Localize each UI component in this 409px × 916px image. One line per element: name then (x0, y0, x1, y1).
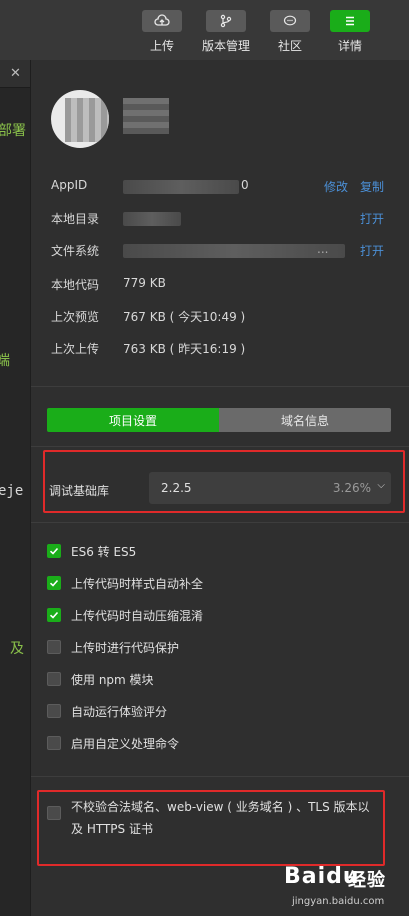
open-filesystem-link[interactable]: 打开 (360, 242, 384, 259)
option-row[interactable]: 使用 npm 模块 (47, 670, 154, 688)
appid-row: AppID 0 修改 复制 (51, 178, 391, 196)
option-label: 上传代码时样式自动补全 (71, 576, 204, 591)
avatar (51, 90, 109, 148)
checkbox-checked[interactable] (47, 544, 61, 558)
settings-tabs: 项目设置 域名信息 (47, 408, 391, 432)
option-label: 启用自定义处理命令 (71, 736, 180, 751)
debug-lib-label: 调试基础库 (49, 484, 110, 498)
code-fragment: 端 (0, 353, 10, 369)
appid-suffix: 0 (241, 178, 249, 192)
app-name-redacted (123, 98, 169, 134)
divider (31, 446, 409, 447)
code-fragment: 部署 (0, 123, 26, 139)
option-label: 上传代码时自动压缩混淆 (71, 608, 204, 623)
option-row[interactable]: 自动运行体验评分 (47, 702, 167, 720)
top-toolbar: 上传 版本管理 社区 详情 (0, 0, 409, 60)
watermark-url: jingyan.baidu.com (292, 896, 385, 907)
cloud-upload-icon (142, 10, 182, 32)
chat-bubble-icon (270, 10, 310, 32)
last-preview-label: 上次预览 (51, 310, 100, 324)
option-row[interactable]: 启用自定义处理命令 (47, 734, 179, 752)
details-label: 详情 (337, 39, 362, 53)
option-label: 上传时进行代码保护 (71, 640, 180, 655)
appid-redacted (123, 180, 239, 194)
last-upload-row: 上次上传 763 KB ( 昨天16:19 ) (51, 340, 391, 358)
version-manage-label: 版本管理 (201, 39, 250, 53)
option-row[interactable]: 上传代码时自动压缩混淆 (47, 606, 203, 624)
checkbox-unchecked[interactable] (47, 704, 61, 718)
baidu-watermark: Baidu 经验 jingyan.baidu.com (268, 856, 388, 912)
option-row[interactable]: ES6 转 ES5 (47, 542, 136, 560)
domain-check-label: 不校验合法域名、web-view ( 业务域名 ) 、TLS 版本以及 HTTP… (71, 800, 370, 836)
branch-icon (206, 10, 246, 32)
checkbox-checked[interactable] (47, 608, 61, 622)
domain-check-option[interactable]: 不校验合法域名、web-view ( 业务域名 ) 、TLS 版本以及 HTTP… (47, 796, 377, 840)
divider (31, 776, 409, 777)
chevron-down-icon: ⌵ (377, 480, 385, 491)
option-row[interactable]: 上传代码时样式自动补全 (47, 574, 203, 592)
file-system-row: 文件系统 ... 打开 (51, 242, 391, 260)
code-fragment: eje (0, 483, 24, 499)
code-fragment: 及 (10, 641, 24, 657)
debug-lib-percent: 3.26% (332, 481, 371, 495)
option-label: ES6 转 ES5 (71, 544, 137, 559)
divider (31, 386, 409, 387)
copy-appid-link[interactable]: 复制 (360, 178, 384, 195)
local-dir-redacted (123, 212, 181, 226)
last-upload-value: 763 KB ( 昨天16:19 ) (123, 342, 246, 356)
file-system-redacted (123, 244, 345, 258)
local-dir-row: 本地目录 打开 (51, 210, 391, 228)
upload-label: 上传 (149, 39, 174, 53)
option-label: 自动运行体验评分 (71, 704, 168, 719)
local-code-row: 本地代码 779 KB (51, 276, 391, 294)
watermark-suffix: 经验 (348, 870, 386, 891)
community-label: 社区 (277, 39, 302, 53)
local-code-label: 本地代码 (51, 278, 100, 292)
debug-lib-version: 2.2.5 (161, 481, 192, 495)
local-code-value: 779 KB (123, 276, 166, 290)
community-button[interactable]: 社区 (265, 10, 315, 54)
open-dir-link[interactable]: 打开 (360, 210, 384, 227)
checkbox-unchecked[interactable] (47, 672, 61, 686)
tab-project-settings[interactable]: 项目设置 (47, 408, 219, 432)
edit-appid-link[interactable]: 修改 (324, 178, 348, 195)
debug-lib-select[interactable]: 2.2.5 3.26% ⌵ (149, 472, 391, 504)
last-upload-label: 上次上传 (51, 342, 100, 356)
editor-strip: ✕ 部署 端 eje 及 (0, 60, 30, 916)
last-preview-value: 767 KB ( 今天10:49 ) (123, 310, 246, 324)
checkbox-unchecked[interactable] (47, 640, 61, 654)
appid-label: AppID (51, 178, 88, 192)
file-system-label: 文件系统 (51, 244, 100, 258)
checkbox-unchecked[interactable] (47, 736, 61, 750)
menu-icon (330, 10, 370, 32)
local-dir-label: 本地目录 (51, 212, 100, 226)
details-panel: AppID 0 修改 复制 本地目录 打开 文件系统 ... 打开 本地代码 7… (30, 60, 409, 916)
option-row[interactable]: 上传时进行代码保护 (47, 638, 179, 656)
domain-check-checkbox[interactable] (47, 806, 61, 820)
tab-domain-info[interactable]: 域名信息 (219, 408, 391, 432)
last-preview-row: 上次预览 767 KB ( 今天10:49 ) (51, 308, 391, 326)
option-label: 使用 npm 模块 (71, 672, 154, 687)
checkbox-checked[interactable] (47, 576, 61, 590)
version-manage-button[interactable]: 版本管理 (201, 10, 251, 54)
editor-tab[interactable]: ✕ (0, 60, 30, 88)
close-icon[interactable]: ✕ (10, 66, 21, 81)
details-button[interactable]: 详情 (325, 10, 375, 54)
upload-button[interactable]: 上传 (137, 10, 187, 54)
file-system-ellipsis: ... (317, 242, 329, 256)
divider (31, 522, 409, 523)
